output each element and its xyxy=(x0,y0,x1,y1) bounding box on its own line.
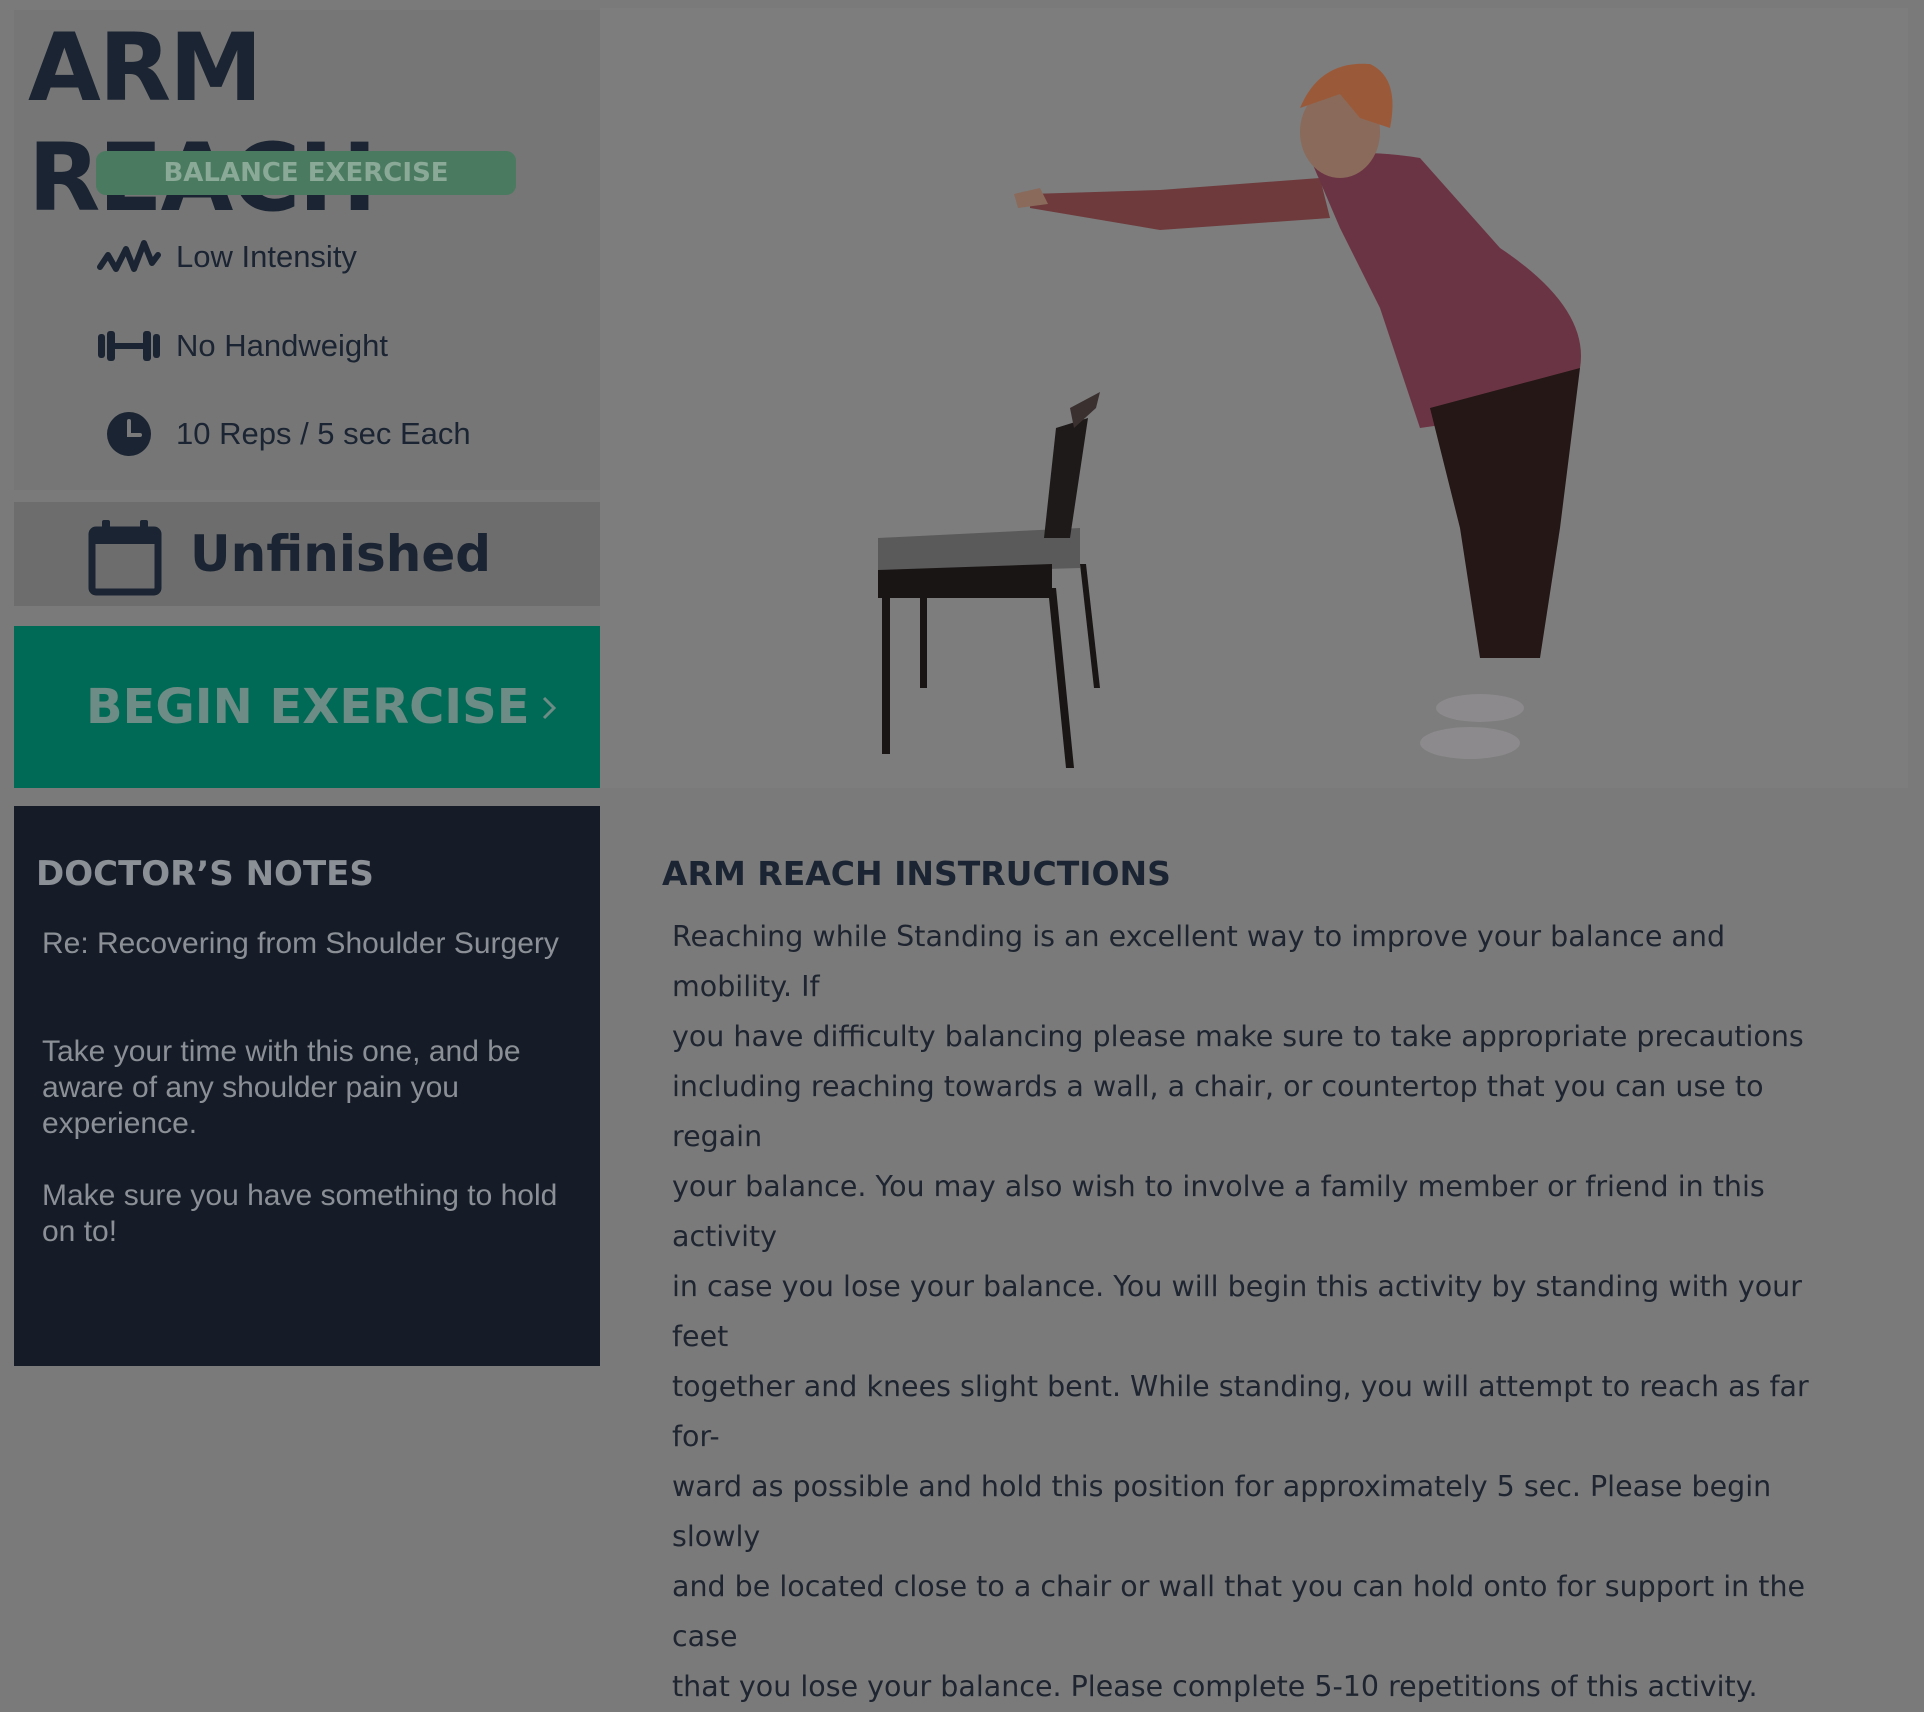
calendar-icon xyxy=(88,520,162,601)
status-label: Unfinished xyxy=(190,525,492,583)
reps-attribute: 10 Reps / 5 sec Each xyxy=(96,404,471,464)
note-item: Make sure you have something to hold on … xyxy=(42,1179,558,1248)
wave-icon xyxy=(96,237,166,277)
notes-title: DOCTOR’S NOTES xyxy=(36,854,374,894)
exercise-title: ARM REACH xyxy=(28,14,377,233)
begin-exercise-label: BEGIN EXERCISE xyxy=(86,679,530,735)
intensity-attribute: Low Intensity xyxy=(96,227,357,287)
woman-illustration xyxy=(1014,63,1581,759)
dumbbell-icon xyxy=(96,329,166,363)
note-item: Re: Recovering from Shoulder Surgery xyxy=(42,927,559,960)
chevron-right-icon xyxy=(540,694,560,725)
doctors-notes-panel: DOCTOR’S NOTES Re: Recovering from Shoul… xyxy=(14,806,600,1366)
chair-illustration xyxy=(878,392,1100,768)
instructions-title: ARM REACH INSTRUCTIONS xyxy=(662,854,1171,893)
category-badge: BALANCE EXERCISE xyxy=(96,151,516,195)
handweight-attribute: No Handweight xyxy=(96,316,388,376)
clock-icon xyxy=(96,410,166,458)
note-item: Take your time with this one, and be awa… xyxy=(42,1035,521,1140)
reps-label: 10 Reps / 5 sec Each xyxy=(176,416,471,451)
exercise-illustration xyxy=(600,8,1908,788)
begin-exercise-button[interactable]: BEGIN EXERCISE xyxy=(14,626,600,788)
completion-status: Unfinished xyxy=(14,502,600,606)
instructions-body: Reaching while Standing is an excellent … xyxy=(672,920,1809,1703)
intensity-label: Low Intensity xyxy=(176,239,357,274)
handweight-label: No Handweight xyxy=(176,328,388,363)
